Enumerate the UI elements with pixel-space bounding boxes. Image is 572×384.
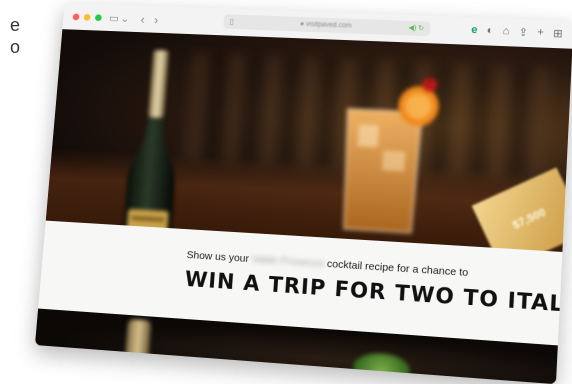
close-window-button[interactable] <box>72 13 80 20</box>
subline-before: Show us your <box>186 249 250 265</box>
subline-after: cocktail recipe for a chance to <box>326 257 469 280</box>
chevron-down-icon[interactable]: ⌄ <box>120 12 130 25</box>
browser-window: ▭ ⌄ ‹ › ▯ ● visitpaved.com ◀) ↻ e ◐ ⌂ ⇪ … <box>34 2 572 384</box>
lower-garnish-image <box>352 351 411 384</box>
address-url[interactable]: ● visitpaved.com <box>300 21 352 30</box>
audio-reload-icons[interactable]: ◀) ↻ <box>408 24 424 32</box>
address-bar[interactable]: ▯ ● visitpaved.com ◀) ↻ <box>223 14 431 37</box>
page-icon: ▯ <box>229 17 235 27</box>
zoom-window-button[interactable] <box>94 13 102 21</box>
toolbar-right-icons: e ◐ ⌂ ⇪ + ⊞ <box>471 24 563 40</box>
window-controls <box>72 13 102 21</box>
shield-icon[interactable]: ◐ <box>486 25 493 38</box>
new-tab-icon[interactable]: + <box>537 26 544 39</box>
minimize-window-button[interactable] <box>83 13 91 21</box>
lower-bottle-image <box>125 318 152 361</box>
back-icon[interactable]: ‹ <box>140 12 145 26</box>
orange-garnish-image <box>397 72 440 128</box>
stage: ▭ ⌄ ‹ › ▯ ● visitpaved.com ◀) ↻ e ◐ ⌂ ⇪ … <box>0 0 572 384</box>
home-icon[interactable]: ⌂ <box>502 25 509 38</box>
sidebar-toggle-icon[interactable]: ▭ <box>109 11 120 24</box>
subline-brand-blurred: Valdo Prosecco <box>251 253 325 270</box>
edge-extension-icon[interactable]: e <box>471 24 478 37</box>
page-content: $7,500 Show us your Valdo Prosecco cockt… <box>34 29 572 384</box>
tab-overview-icon[interactable]: ⊞ <box>553 27 563 40</box>
promo-headline: WIN A TRIP FOR TWO TO ITALY <box>183 266 572 318</box>
forward-icon[interactable]: › <box>154 12 159 26</box>
share-icon[interactable]: ⇪ <box>518 26 528 39</box>
